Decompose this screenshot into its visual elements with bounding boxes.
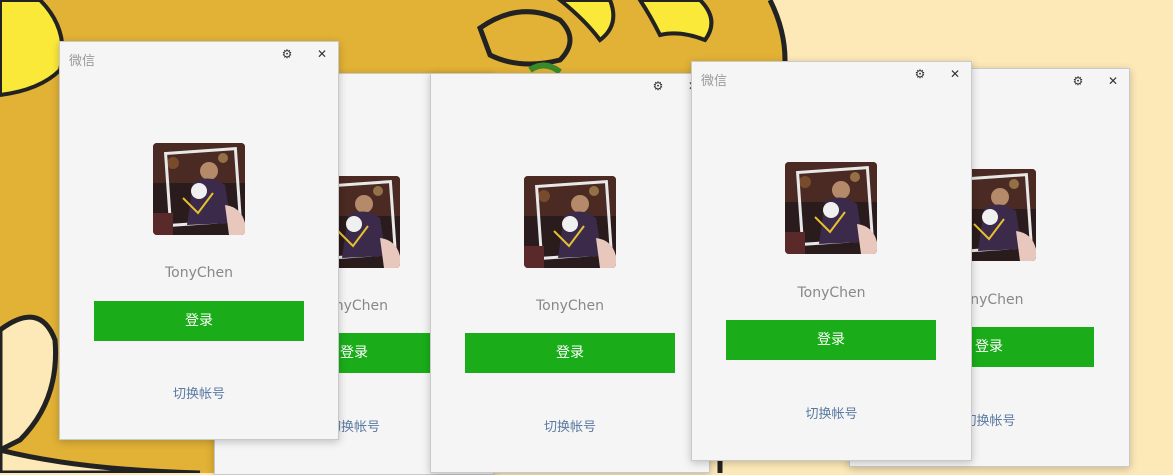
switch-account-link[interactable]: 切换帐号: [692, 403, 971, 422]
avatar: [524, 176, 616, 268]
login-button[interactable]: 登录: [94, 301, 304, 341]
username-label: TonyChen: [164, 265, 234, 281]
settings-icon[interactable]: ⚙: [278, 45, 296, 63]
login-button[interactable]: 登录: [465, 333, 675, 373]
close-icon[interactable]: ✕: [946, 65, 964, 83]
settings-icon[interactable]: ⚙: [1069, 72, 1087, 90]
wechat-login-window[interactable]: 微信 ⚙ ✕ TonyChen 登录 切换帐号: [59, 41, 339, 440]
close-icon[interactable]: ✕: [313, 45, 331, 63]
settings-icon[interactable]: ⚙: [649, 77, 667, 95]
wechat-login-window[interactable]: ⚙ ✕ TonyChen 登录 切换帐号: [430, 73, 710, 473]
wechat-login-window[interactable]: 微信 ⚙ ✕ TonyChen 登录 切换帐号: [691, 61, 972, 461]
switch-account-link[interactable]: 切换帐号: [431, 416, 709, 435]
avatar: [785, 162, 877, 254]
username-label: TonyChen: [535, 298, 605, 314]
login-button[interactable]: 登录: [726, 320, 936, 360]
username-label: TonyChen: [797, 285, 866, 301]
avatar: [153, 143, 245, 235]
switch-account-link[interactable]: 切换帐号: [60, 383, 338, 402]
settings-icon[interactable]: ⚙: [911, 65, 929, 83]
window-title: 微信: [701, 74, 728, 89]
window-title: 微信: [69, 54, 96, 69]
close-icon[interactable]: ✕: [1104, 72, 1122, 90]
